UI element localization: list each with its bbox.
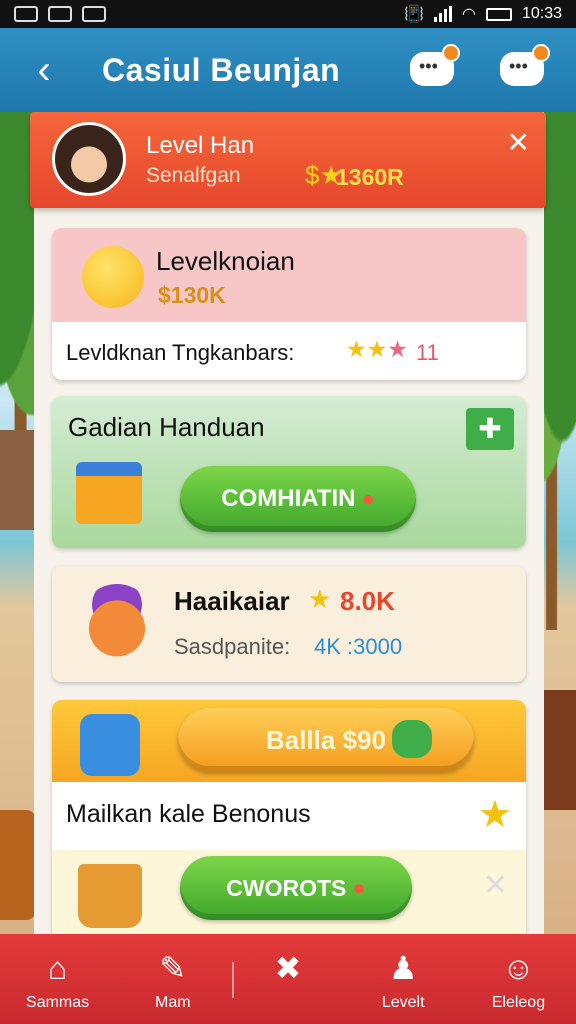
sun-mascot-icon [82,246,144,308]
level-card[interactable]: Levelknoian $130K Levldknan Tngkanbars: … [52,228,526,380]
hero-card[interactable]: Haaikaiar ★ 8.0K Sasdpanite: 4K :3000 [52,566,526,682]
status-time: 10:33 [521,5,562,22]
nav-item-eleleog[interactable]: ☺ Eleleog [461,934,576,1024]
fruit-crate [0,810,36,920]
cross-icon: ✖ [274,950,302,986]
close-icon[interactable]: ✕ [507,126,530,159]
nav-item-sammas[interactable]: ⌂ Sammas [0,934,115,1024]
person-icon: ♟ [388,950,418,986]
bonus-card-banner: Ballla $90 [52,700,526,782]
balloon-icon: ● [361,486,375,511]
nav-label: Eleleog [491,994,546,1011]
clover-gem-icon [392,720,432,758]
star-icon: ★ [477,794,512,836]
avatar[interactable] [52,122,126,196]
level-card-header: Levelknoian $130K [52,228,526,322]
level-card-row-label: Levldknan Tngkanbars: [66,340,295,365]
banner-subtitle: Senalfgan [146,164,241,187]
close-icon[interactable]: ✕ [483,868,508,903]
collect-button[interactable]: CWOROTS ● [180,856,412,920]
bonus-card-footer: CWOROTS ● ✕ [52,850,526,940]
app-header: ‹ Casiul Beunjan [0,28,576,112]
hero-card-sub-value: 4K :3000 [314,634,403,659]
balloon-icon: ● [352,875,366,900]
wifi-icon: ◠ [461,6,476,23]
guide-card: Gadian Handuan ✚ COMHIATIN ● [52,396,526,548]
bottom-nav: ⌂ Sammas ✎ Mam ✖ ♟ Levelt ☺ Eleleog [0,934,576,1024]
beach-hut [0,430,36,530]
banner-title: Level Han [146,132,255,159]
signal-icon [433,6,452,22]
edit-icon: ✎ [159,950,187,986]
guide-card-title: Gadian Handuan [68,412,265,442]
star-icon: ★ [308,584,332,614]
user-icon: ☺ [502,950,535,986]
status-bar: 📳 ◠ 10:33 [0,0,576,28]
stars-icon: ★★★ [346,336,408,362]
continue-button[interactable]: COMHIATIN ● [180,466,416,532]
page-title: Casiul Beunjan [102,51,341,88]
app-icon [82,6,106,22]
bonus-price-label: Ballla $90 [266,724,386,755]
nav-item-levelt[interactable]: ♟ Levelt [346,934,461,1024]
battery-icon [485,7,512,21]
toy-box-icon [76,462,142,524]
backpack-icon [80,714,140,776]
message-icon[interactable] [500,44,550,90]
bonus-card: Ballla $90 Mailkan kale Benonus ★ CWOROT… [52,700,526,940]
banner-value: 1360R [336,164,404,190]
level-card-title: Levelknoian [156,246,295,276]
gallery-icon [14,6,38,22]
monkey-mascot-icon [80,584,154,658]
home-icon: ⌂ [47,950,68,986]
nav-label: Sammas [26,994,90,1011]
nav-item-center[interactable]: ✖ [230,934,345,1024]
level-banner: Level Han Senalfgan $★ 1360R ✕ [30,112,546,208]
level-card-value: $130K [158,282,226,308]
nav-label: Levelt [381,994,425,1011]
puzzle-icon[interactable]: ✚ [466,408,514,450]
vibrate-icon: 📳 [404,6,424,23]
chat-icon[interactable] [410,44,460,90]
hero-card-sub-label: Sasdpanite: [174,634,291,659]
level-card-row-value: 11 [416,340,439,365]
bonus-card-title: Mailkan kale Benonus [66,800,311,828]
hero-card-title: Haaikaiar [174,586,290,616]
nav-divider [232,962,234,998]
hero-card-value: 8.0K [340,586,395,616]
notification-icon [48,6,72,22]
back-arrow-icon[interactable]: ‹ [14,40,74,100]
continue-button-label: COMHIATIN [221,485,356,512]
nav-item-mam[interactable]: ✎ Mam [115,934,230,1024]
basket-icon [78,864,142,928]
collect-button-label: CWOROTS [226,874,347,901]
nav-label: Mam [155,994,191,1011]
